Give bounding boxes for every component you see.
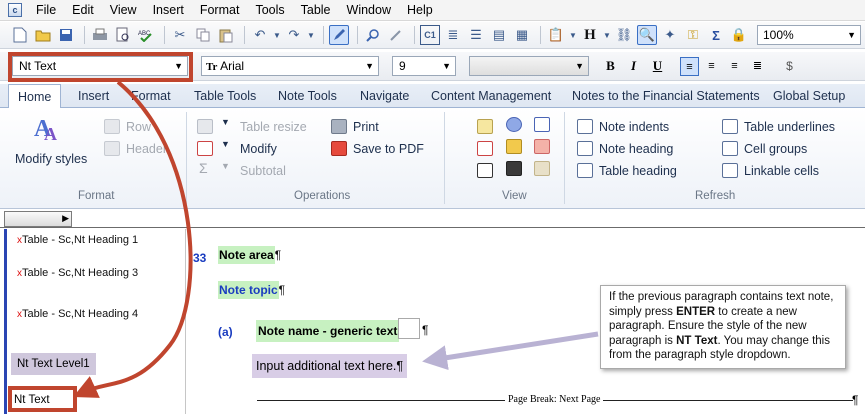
red-arrow — [73, 80, 193, 398]
annotation-arrows — [73, 80, 599, 398]
callout-arrow — [422, 331, 599, 371]
